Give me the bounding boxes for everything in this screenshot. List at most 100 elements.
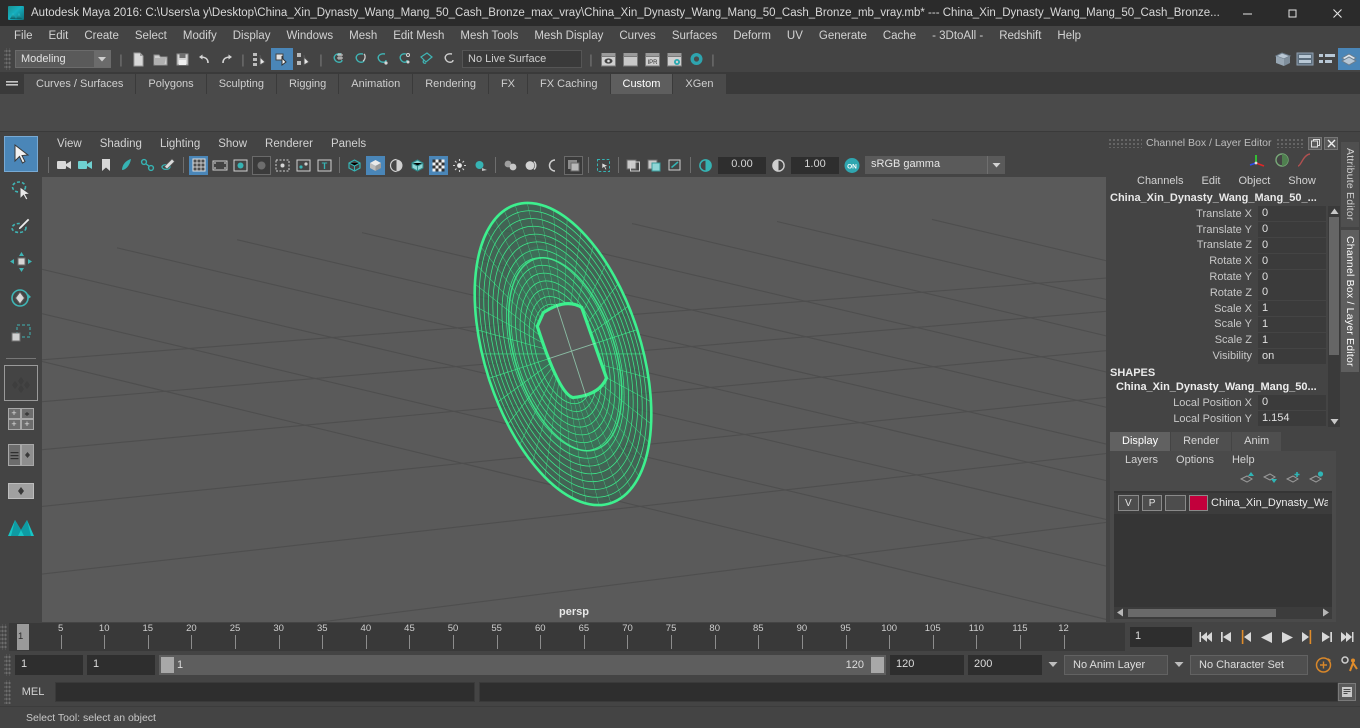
panel-close-icon[interactable] — [1324, 136, 1338, 150]
character-set-selector[interactable]: No Character Set — [1190, 655, 1308, 675]
cb-menu-edit[interactable]: Edit — [1192, 175, 1229, 187]
xray-active-components-icon[interactable] — [645, 156, 664, 175]
resolution-gate-icon[interactable] — [231, 156, 250, 175]
command-language-label[interactable]: MEL — [15, 686, 51, 698]
ipr-region-icon[interactable] — [159, 156, 178, 175]
menu-help[interactable]: Help — [1049, 26, 1089, 46]
attr-value[interactable]: 0 — [1258, 285, 1326, 301]
layer-playback-toggle[interactable]: P — [1141, 495, 1163, 512]
anim-start-time-field[interactable]: 1 — [15, 655, 83, 675]
layer-menu-layers[interactable]: Layers — [1116, 454, 1167, 466]
two-pane-layout-icon[interactable]: + + + — [4, 401, 38, 437]
current-time-indicator[interactable]: 1 — [17, 624, 29, 650]
layer-row[interactable]: V P China_Xin_Dynasty_Wan — [1114, 492, 1332, 514]
outliner-persp-layout-icon[interactable] — [4, 437, 38, 473]
two-sided-lighting-icon[interactable] — [138, 156, 157, 175]
color-management-toggle-icon[interactable]: ON — [842, 156, 861, 175]
select-by-object-icon[interactable] — [271, 48, 293, 70]
rotate-tool-icon[interactable] — [4, 280, 38, 316]
layer-visibility-toggle[interactable]: V — [1118, 495, 1139, 512]
toggle-attribute-editor-icon[interactable] — [1294, 48, 1316, 70]
shelf-tab-curves-surfaces[interactable]: Curves / Surfaces — [24, 74, 136, 94]
toolbar-grip[interactable] — [4, 48, 11, 70]
hypershade-icon[interactable] — [685, 48, 707, 70]
menu-mesh-display[interactable]: Mesh Display — [526, 26, 611, 46]
toggle-sidebar-icon[interactable] — [1272, 48, 1294, 70]
image-plane-icon[interactable] — [117, 156, 136, 175]
color-management-selector[interactable]: sRGB gamma — [865, 156, 1005, 174]
attr-value[interactable]: 0 — [1258, 206, 1326, 222]
texture-display-icon[interactable] — [429, 155, 448, 175]
layer-tab-render[interactable]: Render — [1171, 431, 1232, 451]
menu-select[interactable]: Select — [127, 26, 175, 46]
attr-row-local-position-x[interactable]: Local Position X 0 — [1108, 395, 1326, 411]
shelf-tab-rendering[interactable]: Rendering — [413, 74, 488, 94]
grid-toggle-icon[interactable] — [189, 155, 208, 175]
shelf-tab-fx[interactable]: FX — [488, 74, 528, 94]
four-view-layout-icon[interactable] — [4, 365, 38, 401]
script-editor-button[interactable] — [1338, 683, 1356, 701]
layer-tab-anim[interactable]: Anim — [1232, 431, 1282, 451]
perspective-viewport[interactable]: y x z persp — [42, 177, 1106, 622]
scroll-right-arrow-icon[interactable] — [1322, 608, 1330, 619]
command-line-grip[interactable] — [4, 680, 11, 704]
attr-value[interactable]: 0 — [1258, 222, 1326, 238]
attr-value[interactable]: 0 — [1258, 253, 1326, 269]
paint-select-tool-icon[interactable] — [4, 208, 38, 244]
screen-space-ao-icon[interactable] — [501, 156, 520, 175]
menu-mesh-tools[interactable]: Mesh Tools — [452, 26, 526, 46]
layer-list[interactable]: V P China_Xin_Dynasty_Wan — [1114, 490, 1332, 607]
menu-curves[interactable]: Curves — [611, 26, 663, 46]
range-left-handle[interactable] — [161, 657, 174, 673]
ipr-render-icon[interactable]: IPR — [641, 48, 663, 70]
snap-to-curves-icon[interactable] — [349, 48, 371, 70]
minimize-button[interactable] — [1225, 0, 1270, 26]
panel-grip-2[interactable] — [1275, 138, 1304, 148]
hscroll-thumb[interactable] — [1128, 609, 1276, 617]
attr-row-scale-y[interactable]: Scale Y 1 — [1108, 316, 1326, 333]
layer-menu-options[interactable]: Options — [1167, 454, 1223, 466]
key-toggle-icon[interactable] — [1274, 152, 1290, 171]
menu-3dtoall[interactable]: - 3DtoAll - — [924, 26, 991, 46]
snap-to-projected-center-icon[interactable] — [393, 48, 415, 70]
toggle-channel-box-icon[interactable] — [1338, 48, 1360, 70]
camera-attributes-icon[interactable] — [75, 156, 94, 175]
attr-value[interactable]: 1 — [1258, 316, 1326, 332]
step-back-button[interactable] — [1217, 626, 1236, 648]
shelf-tab-rigging[interactable]: Rigging — [276, 74, 339, 94]
attr-value[interactable]: on — [1258, 348, 1326, 364]
menu-edit[interactable]: Edit — [41, 26, 77, 46]
attr-row-local-position-y[interactable]: Local Position Y 1.154 — [1108, 411, 1326, 427]
attr-value[interactable]: 0 — [1258, 269, 1326, 285]
attr-value[interactable]: 0 — [1258, 237, 1326, 253]
menu-mesh[interactable]: Mesh — [341, 26, 385, 46]
new-layer-from-selected-icon[interactable] — [1308, 470, 1324, 487]
anim-layer-chevron-icon[interactable] — [1046, 661, 1060, 670]
viewport-menu-shading[interactable]: Shading — [91, 138, 151, 150]
menu-file[interactable]: File — [6, 26, 41, 46]
live-surface-field[interactable]: No Live Surface — [462, 50, 582, 68]
scroll-thumb[interactable] — [1329, 217, 1339, 355]
shelf-tab-sculpting[interactable]: Sculpting — [206, 74, 276, 94]
open-scene-icon[interactable] — [149, 48, 171, 70]
attr-row-scale-x[interactable]: Scale X 1 — [1108, 301, 1326, 317]
viewport-menu-renderer[interactable]: Renderer — [256, 138, 322, 150]
shelf-tab-animation[interactable]: Animation — [339, 74, 413, 94]
move-layer-down-icon[interactable] — [1262, 471, 1278, 487]
go-to-end-button[interactable] — [1337, 626, 1356, 648]
scroll-down-arrow-icon[interactable] — [1328, 417, 1340, 427]
viewport-menu-show[interactable]: Show — [209, 138, 256, 150]
time-slider-grip[interactable] — [0, 624, 7, 650]
cb-menu-object[interactable]: Object — [1229, 175, 1279, 187]
wireframe-on-shaded-icon[interactable] — [408, 156, 427, 175]
depth-of-field-icon[interactable] — [564, 155, 583, 175]
channel-box-scrollbar[interactable] — [1328, 206, 1340, 427]
next-key-button[interactable] — [1297, 626, 1316, 648]
menu-display[interactable]: Display — [225, 26, 279, 46]
attr-row-rotate-z[interactable]: Rotate Z 0 — [1108, 285, 1326, 301]
snap-to-grids-icon[interactable] — [327, 48, 349, 70]
go-to-start-button[interactable] — [1197, 626, 1216, 648]
render-settings-icon[interactable] — [663, 48, 685, 70]
layer-color-swatch[interactable] — [1189, 495, 1209, 512]
scale-tool-icon[interactable] — [4, 316, 38, 352]
